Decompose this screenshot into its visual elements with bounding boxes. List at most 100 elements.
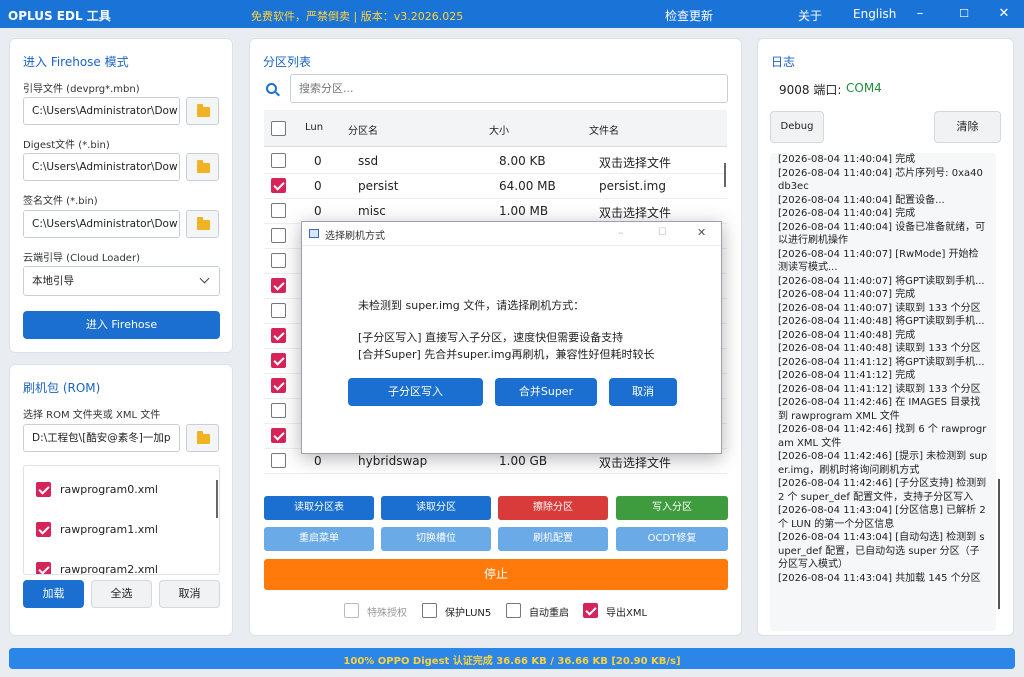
app-title: OPLUS EDL 工具 xyxy=(8,9,111,23)
cloud-loader-select[interactable]: 本地引导 xyxy=(23,266,220,296)
row-checkbox[interactable] xyxy=(271,253,286,268)
row-checkbox[interactable] xyxy=(271,428,286,443)
digest-input[interactable]: C:\Users\Administrator\Dow xyxy=(23,153,180,181)
rom-file-list[interactable]: rawprogram0.xml rawprogram1.xml rawprogr… xyxy=(23,465,220,575)
rom-title: 刷机包 (ROM) xyxy=(23,381,101,395)
cloud-loader-value: 本地引导 xyxy=(32,275,74,287)
scrollbar[interactable] xyxy=(216,480,218,518)
ocdt-fix-button[interactable]: OCDT修复 xyxy=(616,527,728,551)
cell-lun: 0 xyxy=(314,454,322,468)
sign-input[interactable]: C:\Users\Administrator\Dow xyxy=(23,210,180,238)
header-size[interactable]: 大小 xyxy=(489,122,509,137)
log-line: [2026-08-04 11:40:48] 完成 xyxy=(778,329,916,341)
minimize-icon[interactable]: – xyxy=(900,0,940,28)
digest-browse-button[interactable] xyxy=(186,153,219,181)
log-panel: 日志 9008 端口: COM4 Debug 清除 [2026-08-04 11… xyxy=(757,38,1014,636)
row-checkbox[interactable] xyxy=(271,453,286,468)
firehose-panel: 进入 Firehose 模式 引导文件 (devprg*.mbn) C:\Use… xyxy=(9,38,233,353)
port-value: COM4 xyxy=(846,81,882,95)
table-scrollbar[interactable] xyxy=(724,163,726,187)
dialog-close-icon[interactable]: ✕ xyxy=(697,226,706,239)
dialog-option-sub: [子分区写入] 直接写入子分区，速度快但需要设备支持 xyxy=(358,331,624,344)
file-checkbox[interactable] xyxy=(36,522,51,537)
file-checkbox[interactable] xyxy=(36,562,51,574)
cell-file[interactable]: 双击选择文件 xyxy=(599,154,671,171)
log-line: [2026-08-04 11:42:46] 找到 6 个 rawprogram … xyxy=(778,424,987,449)
row-checkbox[interactable] xyxy=(271,153,286,168)
export-xml-checkbox[interactable] xyxy=(583,603,598,618)
close-icon[interactable]: ✕ xyxy=(984,0,1024,28)
stop-button[interactable]: 停止 xyxy=(264,559,728,590)
log-scrollbar[interactable] xyxy=(998,479,1000,609)
table-row[interactable]: 0 ssd 8.00 KB 双击选择文件 xyxy=(264,149,727,174)
row-checkbox[interactable] xyxy=(271,203,286,218)
header-name[interactable]: 分区名 xyxy=(348,122,378,137)
rom-cancel-button[interactable]: 取消 xyxy=(159,580,220,608)
erase-partition-button[interactable]: 擦除分区 xyxy=(498,496,608,520)
rom-browse-button[interactable] xyxy=(186,424,219,452)
log-line: [2026-08-04 11:43:04] [自动勾选] 检测到 super_d… xyxy=(778,532,985,570)
cell-lun: 0 xyxy=(314,179,322,193)
sub-partition-write-button[interactable]: 子分区写入 xyxy=(348,378,483,406)
row-checkbox[interactable] xyxy=(271,403,286,418)
switch-slot-button[interactable]: 切换槽位 xyxy=(381,527,491,551)
slogan: 免费软件，严禁倒卖 | 版本：v3.2026.025 xyxy=(251,10,464,23)
file-checkbox[interactable] xyxy=(36,482,51,497)
header-lun[interactable]: Lun xyxy=(305,122,323,133)
programmer-label: 引导文件 (devprg*.mbn) xyxy=(23,84,140,95)
protect-lun5-checkbox[interactable] xyxy=(422,603,437,618)
folder-icon xyxy=(197,431,210,444)
enter-firehose-button[interactable]: 进入 Firehose xyxy=(23,311,220,339)
sign-browse-button[interactable] xyxy=(186,210,219,238)
read-partition-button[interactable]: 读取分区 xyxy=(381,496,491,520)
rom-path-input[interactable]: D:\工程包\[酷安@素冬]一加p xyxy=(23,424,180,452)
rom-select-label: 选择 ROM 文件夹或 XML 文件 xyxy=(23,410,161,421)
select-all-checkbox[interactable] xyxy=(271,121,286,136)
select-all-button[interactable]: 全选 xyxy=(91,580,152,608)
partition-title: 分区列表 xyxy=(263,55,312,69)
maximize-icon[interactable]: ☐ xyxy=(944,0,984,28)
special-auth-checkbox[interactable] xyxy=(344,603,359,618)
programmer-browse-button[interactable] xyxy=(186,97,219,125)
list-item[interactable]: rawprogram1.xml xyxy=(24,520,214,542)
auto-reboot-checkbox[interactable] xyxy=(506,603,521,618)
status-text: 100% OPPO Digest 认证完成 36.66 KB / 36.66 K… xyxy=(343,656,681,667)
search-icon-handle xyxy=(275,91,280,97)
merge-super-button[interactable]: 合并Super xyxy=(495,378,597,406)
table-row[interactable]: 0 persist 64.00 MB persist.img xyxy=(264,174,727,199)
dialog-cancel-button[interactable]: 取消 xyxy=(609,378,677,406)
row-checkbox[interactable] xyxy=(271,353,286,368)
header-file[interactable]: 文件名 xyxy=(589,122,619,137)
list-item[interactable]: rawprogram0.xml xyxy=(24,480,214,502)
check-update-button[interactable]: 检查更新 xyxy=(665,7,713,24)
write-partition-button[interactable]: 写入分区 xyxy=(616,496,728,520)
dialog-minimize-icon[interactable]: – xyxy=(618,226,624,239)
protect-lun5-label: 保护LUN5 xyxy=(445,608,492,619)
programmer-input[interactable]: C:\Users\Administrator\Dow xyxy=(23,97,180,125)
cell-file[interactable]: persist.img xyxy=(599,179,666,193)
row-checkbox[interactable] xyxy=(271,378,286,393)
load-button[interactable]: 加载 xyxy=(23,580,84,608)
search-input[interactable] xyxy=(290,74,728,103)
log-line: [2026-08-04 11:40:48] 将GPT读取到手机... xyxy=(778,316,985,327)
flash-config-button[interactable]: 刷机配置 xyxy=(498,527,608,551)
debug-button[interactable]: Debug xyxy=(770,111,824,143)
row-checkbox[interactable] xyxy=(271,303,286,318)
read-table-button[interactable]: 读取分区表 xyxy=(264,496,374,520)
log-output[interactable]: [2026-08-04 11:40:04] 完成 [2026-08-04 11:4… xyxy=(770,153,996,631)
dialog-maximize-icon[interactable]: ☐ xyxy=(658,227,667,238)
row-checkbox[interactable] xyxy=(271,278,286,293)
log-line: [2026-08-04 11:40:04] 设备已准备就绪，可以进行刷机操作 xyxy=(778,221,986,247)
about-button[interactable]: 关于 xyxy=(798,7,822,24)
list-item[interactable]: rawprogram2.xml xyxy=(24,560,214,574)
row-checkbox[interactable] xyxy=(271,178,286,193)
dialog-message: 未检测到 super.img 文件，请选择刷机方式： xyxy=(358,299,585,312)
clear-log-button[interactable]: 清除 xyxy=(934,111,1001,143)
language-button[interactable]: English xyxy=(853,7,896,21)
reboot-menu-button[interactable]: 重启菜单 xyxy=(264,527,374,551)
cell-file[interactable]: 双击选择文件 xyxy=(599,454,671,471)
row-checkbox[interactable] xyxy=(271,228,286,243)
cell-file[interactable]: 双击选择文件 xyxy=(599,204,671,221)
row-checkbox[interactable] xyxy=(271,328,286,343)
log-line: [2026-08-04 11:43:04] [分区信息] 已解析 2 个 LUN… xyxy=(778,505,986,530)
